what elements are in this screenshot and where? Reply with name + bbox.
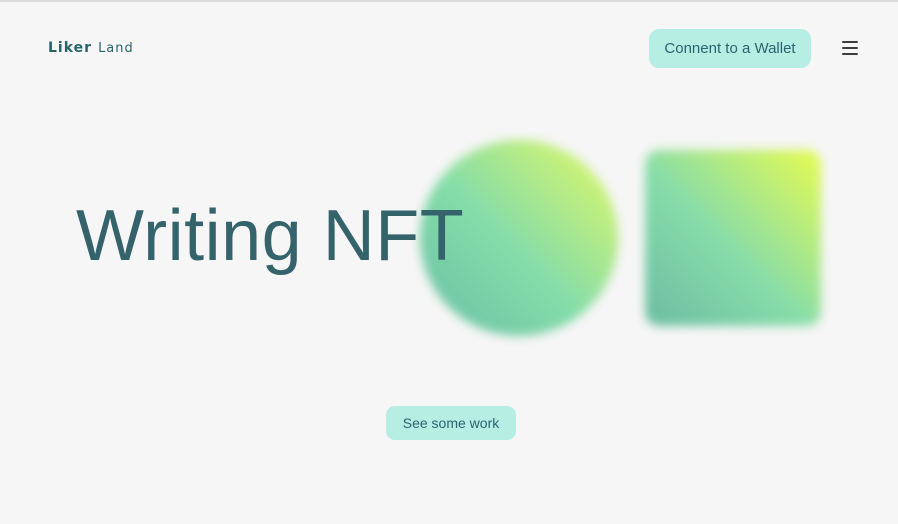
see-some-work-button[interactable]: See some work xyxy=(386,406,516,440)
hamburger-menu-icon[interactable] xyxy=(840,38,860,58)
logo-primary-text: Liker xyxy=(48,40,93,56)
connect-wallet-button[interactable]: Connent to a Wallet xyxy=(649,29,811,68)
top-divider xyxy=(0,0,898,2)
menu-icon-line xyxy=(842,53,858,55)
hero-title: Writing NFT xyxy=(76,196,465,276)
menu-icon-line xyxy=(842,47,858,49)
menu-icon-line xyxy=(842,41,858,43)
gradient-square-decoration xyxy=(645,150,821,326)
logo[interactable]: Liker Land xyxy=(48,40,134,56)
logo-secondary-text: Land xyxy=(98,41,134,56)
